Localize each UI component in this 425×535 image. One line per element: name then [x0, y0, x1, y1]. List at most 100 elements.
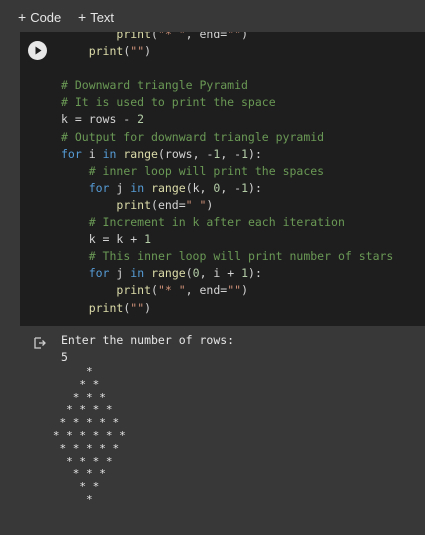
code-token: (k, — [185, 180, 214, 195]
code-token: ( — [151, 283, 158, 298]
pyramid-row: * — [33, 492, 93, 506]
pyramid-row: * * — [33, 377, 100, 391]
code-token: in — [130, 266, 145, 281]
code-line: for j in range(0, i + 1): — [61, 265, 393, 282]
run-cell-button[interactable] — [28, 41, 47, 60]
code-token: for — [88, 266, 110, 281]
code-token: , - — [220, 180, 242, 195]
code-token: 1 — [241, 146, 249, 161]
pyramid-row: * * * * * — [33, 441, 120, 455]
code-line: # It is used to print the space — [61, 94, 393, 111]
output-prompt: Enter the number of rows: — [61, 333, 235, 347]
code-token: in — [130, 180, 145, 195]
pyramid-row: * * * * * * — [33, 428, 126, 442]
code-token: 1 — [144, 232, 152, 247]
code-token: " " — [185, 197, 207, 212]
code-token: "" — [130, 300, 145, 315]
code-token: j — [109, 266, 131, 281]
output-clear-icon[interactable] — [33, 336, 47, 350]
add-text-button[interactable]: + Text — [78, 8, 114, 26]
code-token: ) — [241, 32, 248, 41]
code-token: for — [88, 180, 110, 195]
code-token: k = rows - — [61, 112, 138, 127]
code-editor[interactable]: print("* ", end="") print("") # Downward… — [61, 32, 393, 317]
code-token: k = k + — [61, 232, 145, 247]
code-token: ) — [144, 300, 152, 315]
code-token: ( — [151, 32, 158, 41]
output-pyramid: * * * * * * * * * * * * * * * * * * * * … — [0, 365, 425, 507]
code-token: ) — [206, 197, 214, 212]
code-token: print — [116, 197, 152, 212]
code-line: k = rows - 2 — [61, 111, 393, 128]
code-token: ) — [241, 283, 248, 298]
code-line: print("") — [61, 300, 393, 317]
code-token: ): — [248, 180, 262, 195]
code-token: print — [88, 300, 124, 315]
code-token: "" — [227, 32, 242, 41]
code-line: print(end=" ") — [61, 197, 393, 214]
code-token: print — [88, 44, 124, 59]
code-token: ( — [185, 266, 193, 281]
code-token: # It is used to print the space — [61, 95, 276, 110]
code-token: j — [109, 180, 131, 195]
code-token: 1 — [241, 266, 249, 281]
add-code-button[interactable]: + Code — [18, 8, 61, 26]
code-token: "" — [130, 44, 145, 59]
code-line: # Increment in k after each iteration — [61, 214, 393, 231]
code-token: range — [151, 266, 186, 281]
code-token: "* " — [157, 32, 186, 41]
code-line: print("* ", end="") — [61, 282, 393, 299]
code-token: , i + — [199, 266, 242, 281]
code-token: (end= — [151, 197, 186, 212]
code-token: ) — [144, 44, 152, 59]
add-code-label: Code — [30, 10, 62, 25]
play-icon — [35, 46, 42, 55]
code-cell[interactable]: print("* ", end="") print("") # Downward… — [20, 32, 425, 326]
code-token: "" — [227, 283, 242, 298]
code-token: # This inner loop will print number of s… — [88, 249, 394, 264]
code-token: 0 — [192, 266, 200, 281]
code-token: "* " — [157, 283, 186, 298]
code-token: range — [151, 180, 186, 195]
code-line: k = k + 1 — [61, 231, 393, 248]
code-token: # inner loop will print the spaces — [88, 163, 325, 178]
cell-output: Enter the number of rows: 5 * * * * * * *… — [0, 326, 425, 535]
code-token: # Downward triangle Pyramid — [61, 78, 248, 93]
code-line: # Downward triangle Pyramid — [61, 77, 393, 94]
pyramid-row: * — [33, 365, 93, 378]
code-token: , end= — [185, 283, 228, 298]
code-line: for i in range(rows, -1, -1): — [61, 146, 393, 163]
code-token: # Increment in k after each iteration — [88, 215, 345, 230]
output-input-value: 5 — [61, 350, 68, 365]
code-token: 1 — [241, 180, 249, 195]
code-token: print — [116, 283, 152, 298]
code-token: 2 — [137, 112, 145, 127]
plus-icon: + — [18, 9, 27, 25]
code-token: ): — [248, 146, 262, 161]
add-text-label: Text — [90, 10, 115, 25]
code-line: print("") — [61, 43, 393, 60]
code-token: , end= — [185, 32, 228, 41]
code-line: # This inner loop will print number of s… — [61, 248, 394, 265]
code-token: range — [123, 146, 158, 161]
code-line: for j in range(k, 0, -1): — [61, 180, 393, 197]
code-line: # inner loop will print the spaces — [61, 163, 393, 180]
code-line: print("* ", end="") — [61, 32, 393, 43]
code-line: # Output for downward triangle pyramid — [61, 129, 393, 146]
code-token: # Output for downward triangle pyramid — [61, 129, 325, 144]
code-token: ): — [248, 266, 262, 281]
notebook-toolbar: + Code + Text — [0, 0, 425, 32]
code-token: in — [102, 146, 117, 161]
code-token: for — [61, 146, 82, 161]
output-text: Enter the number of rows: 5 — [61, 332, 234, 366]
code-token: i — [81, 146, 103, 161]
code-token: , - — [220, 146, 242, 161]
